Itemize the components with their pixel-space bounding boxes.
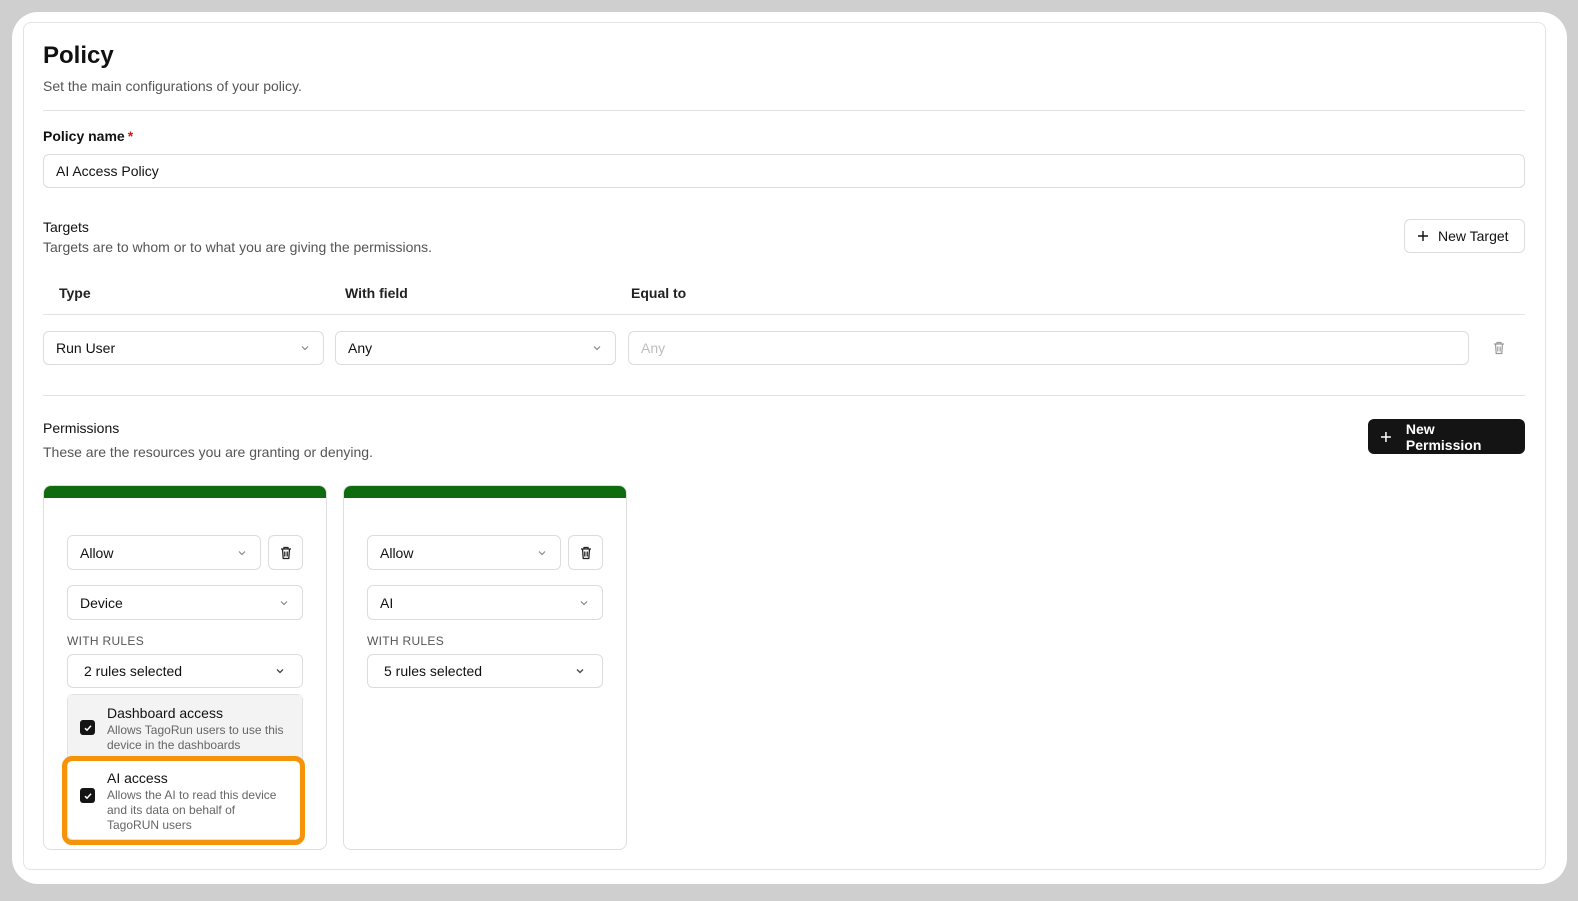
trash-icon (580, 546, 591, 559)
column-header-with-field: With field (345, 285, 408, 301)
delete-permission-button[interactable] (268, 535, 303, 570)
target-type-select[interactable]: Run User (43, 331, 324, 365)
divider (43, 395, 1525, 396)
column-header-equal-to: Equal to (631, 285, 687, 301)
chevron-down-icon (238, 550, 246, 555)
new-target-button[interactable]: New Target (1404, 219, 1525, 253)
chevron-down-icon (576, 669, 584, 674)
rules-label: WITH RULES (67, 634, 145, 648)
delete-permission-button[interactable] (568, 535, 603, 570)
checkbox-checked[interactable] (80, 720, 95, 735)
chevron-down-icon (280, 600, 288, 605)
trash-icon (280, 546, 291, 559)
required-mark: * (127, 128, 134, 144)
rules-select[interactable]: 2 rules selected (67, 654, 303, 688)
plus-icon (1380, 431, 1391, 442)
rule-option-title: Dashboard access (107, 705, 223, 721)
divider (43, 314, 1525, 315)
target-field-select[interactable]: Any (335, 331, 616, 365)
chevron-down-icon (593, 346, 601, 351)
card-accent-bar (344, 486, 626, 498)
permissions-title: Permissions (43, 420, 120, 436)
check-icon (83, 724, 92, 731)
effect-select[interactable]: Allow (367, 535, 561, 570)
targets-subtitle: Targets are to whom or to what you are g… (43, 239, 433, 255)
resource-select[interactable]: AI (367, 585, 603, 620)
delete-target-button[interactable] (1491, 340, 1507, 356)
rule-option-title: AI access (107, 770, 168, 786)
chevron-down-icon (301, 346, 309, 351)
card-accent-bar (44, 486, 326, 498)
rule-option-description: Allows the AI to read this device and it… (107, 788, 277, 832)
page-title: Policy (43, 42, 114, 69)
rules-label: WITH RULES (367, 634, 445, 648)
effect-select[interactable]: Allow (67, 535, 261, 570)
policy-name-label: Policy name * (43, 128, 134, 144)
chevron-down-icon (580, 600, 588, 605)
targets-title: Targets (43, 219, 89, 235)
rule-option-description: Allows TagoRun users to use this device … (107, 723, 284, 752)
column-header-type: Type (59, 285, 91, 301)
plus-icon (1418, 231, 1428, 241)
resource-select[interactable]: Device (67, 585, 303, 620)
checkbox-checked[interactable] (80, 788, 95, 803)
rule-option-dashboard-access[interactable]: Dashboard access Allows TagoRun users to… (68, 695, 302, 758)
target-equal-to-input[interactable]: Any (628, 331, 1469, 365)
rules-select[interactable]: 5 rules selected (367, 654, 603, 688)
divider (43, 110, 1525, 111)
chevron-down-icon (538, 550, 546, 555)
trash-icon (1494, 341, 1504, 355)
permissions-subtitle: These are the resources you are granting… (43, 444, 373, 460)
rule-option-ai-access[interactable]: AI access Allows the AI to read this dev… (68, 758, 302, 841)
rules-dropdown: Dashboard access Allows TagoRun users to… (67, 694, 303, 840)
new-permission-button[interactable]: New Permission (1368, 419, 1525, 454)
check-icon (83, 792, 92, 799)
chevron-down-icon (276, 669, 284, 674)
page-subtitle: Set the main configurations of your poli… (43, 78, 302, 94)
policy-name-input[interactable]: AI Access Policy (43, 154, 1525, 188)
